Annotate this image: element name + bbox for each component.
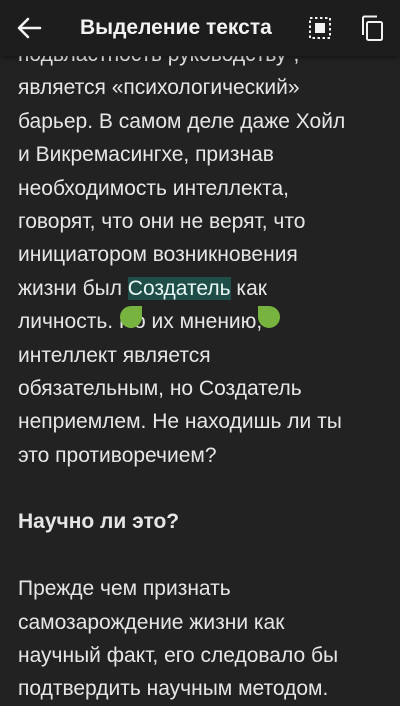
text-line: необходимость интеллекта, bbox=[18, 176, 289, 200]
text-line: инициатором возникновения bbox=[18, 243, 298, 267]
page-title: Выделение текста bbox=[80, 16, 272, 39]
text-line: неприемлем. Не находишь ли ты bbox=[18, 410, 342, 434]
app-bar: Выделение текста bbox=[0, 0, 400, 56]
text-line: и Викремасингхе, признав bbox=[18, 143, 274, 167]
text-line: личность. По их мнению, bbox=[18, 310, 263, 334]
text-after-selection: как bbox=[230, 276, 267, 300]
selection-start-handle[interactable] bbox=[120, 306, 142, 328]
text-line: обязательным, но Создатель bbox=[18, 376, 302, 400]
text-line: говорят, что они не верят, что bbox=[18, 209, 306, 233]
text-line-selection: жизни был Создатель как bbox=[18, 272, 390, 305]
section-heading: Научно ли это? bbox=[18, 510, 180, 534]
text-line: является «психологический» bbox=[18, 76, 300, 100]
text-line: самозарождение жизни как bbox=[18, 610, 285, 634]
text-line: барьер. В самом деле даже Хойл bbox=[18, 109, 346, 133]
text-line: подтвердить научным методом. bbox=[18, 677, 329, 701]
text-line: научный факт, его следовало бы bbox=[18, 644, 339, 668]
text-line: Прежде чем признать bbox=[18, 577, 231, 601]
text-before-selection: жизни был bbox=[18, 276, 128, 300]
selection-end-handle[interactable] bbox=[258, 306, 280, 328]
text-line: интеллект является bbox=[18, 343, 211, 367]
arrow-back-icon[interactable] bbox=[14, 14, 44, 42]
copy-icon[interactable] bbox=[358, 14, 386, 42]
article-text[interactable]: подвластность руководству”, является «пс… bbox=[18, 0, 390, 706]
text-line: это противоречием? bbox=[18, 443, 217, 467]
select-all-icon[interactable] bbox=[306, 14, 334, 42]
selected-text[interactable]: Создатель bbox=[127, 276, 231, 300]
